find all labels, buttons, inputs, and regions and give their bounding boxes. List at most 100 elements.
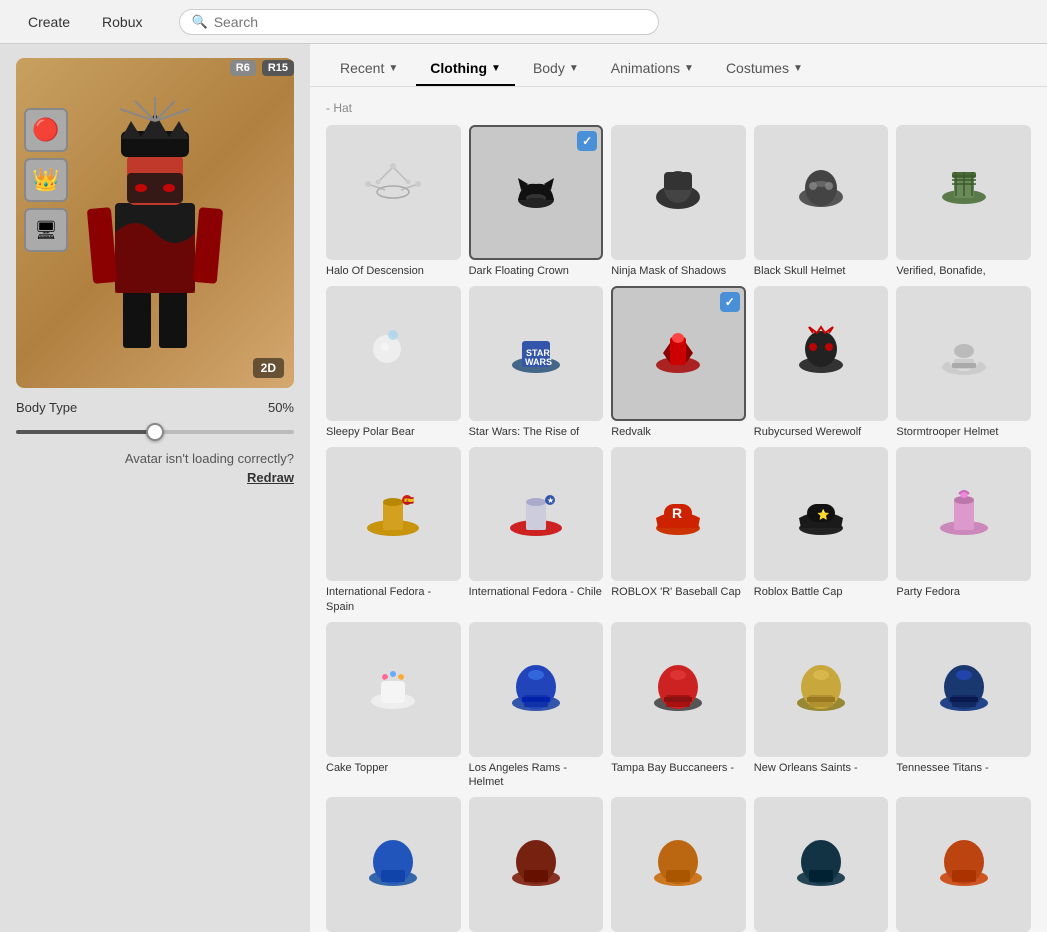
item-label: Ninja Mask of Shadows (611, 264, 746, 278)
item-cell[interactable]: R ROBLOX 'R' Baseball Cap (611, 447, 746, 614)
search-input[interactable] (214, 14, 646, 30)
item-thumbnail[interactable] (896, 125, 1031, 260)
item-thumbnail[interactable] (754, 286, 889, 421)
item-cell[interactable] (326, 797, 461, 932)
btn-2d[interactable]: 2D (253, 358, 284, 378)
tab-animations[interactable]: Animations ▼ (597, 52, 708, 86)
item-cell[interactable]: Tennessee Titans - (896, 622, 1031, 789)
svg-text:R: R (672, 505, 682, 521)
item-label: Tennessee Titans - (896, 761, 1031, 775)
item-thumbnail[interactable] (611, 125, 746, 260)
item-thumbnail[interactable] (611, 622, 746, 757)
chevron-down-icon: ▼ (569, 63, 579, 74)
item-thumbnail[interactable] (896, 447, 1031, 582)
item-cell[interactable]: Sleepy Polar Bear (326, 286, 461, 439)
item-thumbnail[interactable] (896, 286, 1031, 421)
tab-recent[interactable]: Recent ▼ (326, 52, 412, 86)
mini-thumb-3[interactable]: 🖥 (24, 208, 68, 252)
item-cell[interactable]: Ninja Mask of Shadows (611, 125, 746, 278)
item-thumbnail[interactable] (611, 797, 746, 932)
tab-clothing[interactable]: Clothing ▼ (416, 52, 515, 86)
item-cell[interactable]: ★ International Fedora - Chile (469, 447, 604, 614)
item-label: Redvalk (611, 425, 746, 439)
item-cell[interactable]: Los Angeles Rams - Helmet (469, 622, 604, 789)
chevron-down-icon: ▼ (793, 63, 803, 74)
item-label: International Fedora - Chile (469, 585, 604, 599)
svg-text:WARS: WARS (525, 357, 552, 367)
svg-text:★: ★ (547, 496, 554, 505)
item-label: Los Angeles Rams - Helmet (469, 761, 604, 790)
mini-thumb-2[interactable]: 👑 (24, 158, 68, 202)
item-cell[interactable]: Rubycursed Werewolf (754, 286, 889, 439)
avatar-svg (85, 93, 225, 353)
item-thumbnail[interactable] (469, 622, 604, 757)
body-type-section: Body Type 50% (16, 400, 294, 439)
items-grid: Halo Of Descension ✓Dark Floating Crown … (326, 125, 1031, 932)
item-cell[interactable]: STAR WARS Star Wars: The Rise of (469, 286, 604, 439)
item-thumbnail[interactable] (469, 797, 604, 932)
item-cell[interactable] (611, 797, 746, 932)
search-icon: 🔍 (192, 14, 208, 30)
mini-thumb-1[interactable]: 🔴 (24, 108, 68, 152)
item-cell[interactable] (469, 797, 604, 932)
item-thumbnail[interactable]: ⭐ (754, 447, 889, 582)
item-cell[interactable]: ✓ Redvalk (611, 286, 746, 439)
tab-clothing-label: Clothing (430, 60, 487, 76)
mini-thumbs: 🔴 👑 🖥 (24, 108, 68, 252)
right-panel: Recent ▼ Clothing ▼ Body ▼ Animations ▼ … (310, 44, 1047, 932)
body-type-label: Body Type (16, 400, 77, 415)
body-type-slider[interactable] (16, 430, 294, 434)
item-thumbnail[interactable] (326, 622, 461, 757)
item-thumbnail[interactable] (754, 797, 889, 932)
create-nav[interactable]: Create (16, 8, 82, 36)
item-cell[interactable]: Tampa Bay Buccaneers - (611, 622, 746, 789)
tab-body-label: Body (533, 60, 565, 76)
item-thumbnail[interactable]: ★ (469, 447, 604, 582)
item-thumbnail[interactable] (326, 286, 461, 421)
item-cell[interactable]: Cake Topper (326, 622, 461, 789)
item-cell[interactable] (896, 797, 1031, 932)
redraw-button[interactable]: Redraw (247, 470, 294, 485)
item-cell[interactable]: 🇪🇸 International Fedora - Spain (326, 447, 461, 614)
item-thumbnail[interactable]: STAR WARS (469, 286, 604, 421)
item-thumbnail[interactable] (896, 797, 1031, 932)
item-cell[interactable]: Halo Of Descension (326, 125, 461, 278)
body-type-row: Body Type 50% (16, 400, 294, 415)
robux-nav[interactable]: Robux (90, 8, 154, 36)
avatar-figure (85, 93, 225, 353)
item-thumbnail[interactable] (326, 125, 461, 260)
tab-recent-label: Recent (340, 60, 384, 76)
item-cell[interactable]: ✓Dark Floating Crown (469, 125, 604, 278)
item-cell[interactable]: New Orleans Saints - (754, 622, 889, 789)
avatar-badges: R6 R15 (16, 60, 294, 76)
item-thumbnail[interactable]: R (611, 447, 746, 582)
item-thumbnail[interactable]: 🇪🇸 (326, 447, 461, 582)
item-cell[interactable]: Verified, Bonafide, (896, 125, 1031, 278)
topbar: Create Robux 🔍 (0, 0, 1047, 44)
item-cell[interactable]: Party Fedora (896, 447, 1031, 614)
item-thumbnail[interactable]: ✓ (469, 125, 604, 260)
body-type-value: 50% (268, 400, 294, 415)
left-panel: R6 R15 🔴 👑 🖥 (0, 44, 310, 932)
item-label: Cake Topper (326, 761, 461, 775)
item-label: Halo Of Descension (326, 264, 461, 278)
tab-costumes-label: Costumes (726, 60, 789, 76)
item-thumbnail[interactable]: ✓ (611, 286, 746, 421)
r15-badge[interactable]: R15 (262, 60, 294, 76)
tab-body[interactable]: Body ▼ (519, 52, 593, 86)
item-thumbnail[interactable] (896, 622, 1031, 757)
item-cell[interactable] (754, 797, 889, 932)
chevron-down-icon: ▼ (491, 63, 501, 74)
item-cell[interactable]: Black Skull Helmet (754, 125, 889, 278)
item-thumbnail[interactable] (754, 622, 889, 757)
item-cell[interactable]: ⭐ Roblox Battle Cap (754, 447, 889, 614)
item-thumbnail[interactable] (754, 125, 889, 260)
items-scroll[interactable]: - Hat Halo Of Descension ✓Dark Floating … (310, 87, 1047, 932)
item-label: Verified, Bonafide, (896, 264, 1031, 278)
item-thumbnail[interactable] (326, 797, 461, 932)
r6-badge[interactable]: R6 (230, 60, 256, 76)
tab-costumes[interactable]: Costumes ▼ (712, 52, 817, 86)
checkmark-icon: ✓ (720, 292, 740, 312)
search-bar: 🔍 (179, 9, 659, 35)
item-cell[interactable]: Stormtrooper Helmet (896, 286, 1031, 439)
